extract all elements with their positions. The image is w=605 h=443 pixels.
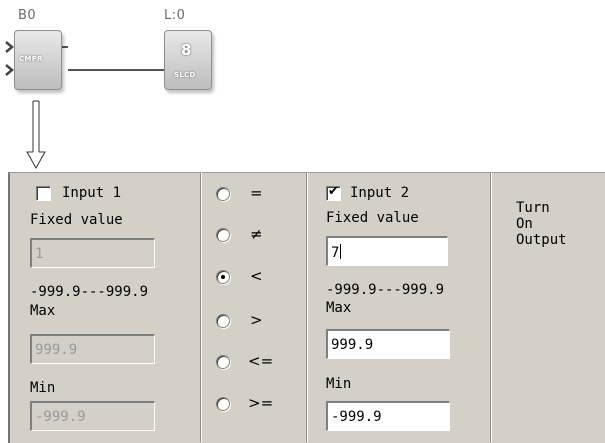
input2-min-field[interactable]: -999.9 — [326, 401, 450, 431]
input1-range-text: -999.9---999.9 — [30, 284, 149, 300]
output-line-on: On — [516, 216, 533, 232]
input1-max-label: Max — [30, 303, 56, 319]
text-caret — [340, 244, 342, 259]
input2-max-label: Max — [326, 300, 352, 316]
input2-min-label: Min — [326, 376, 352, 392]
operator-radio-greater[interactable] — [216, 314, 230, 328]
block-label-b0: B0 — [18, 8, 37, 23]
input1-fixed-value-label: Fixed value — [30, 212, 123, 228]
input1-min-field[interactable]: -999.9 — [30, 401, 155, 431]
input2-max-field[interactable]: 999.9 — [326, 329, 450, 359]
operator-radio-greater-equal[interactable] — [216, 397, 230, 411]
input1-value-field[interactable]: 1 — [30, 238, 155, 268]
input2-value-text: 7 — [331, 245, 340, 261]
input2-label: Input 2 — [350, 185, 410, 201]
operator-not-equal-label: ≠ — [250, 225, 263, 243]
output-line-output: Output — [516, 232, 567, 248]
operator-less-label: < — [250, 267, 263, 285]
separator-1 — [200, 172, 202, 442]
input2-value-field[interactable]: 7 — [326, 236, 448, 266]
input2-checkbox[interactable]: ✔ — [326, 184, 341, 201]
connection-line — [61, 46, 164, 71]
block-label-l0: L:0 — [164, 8, 186, 23]
operator-radio-less[interactable] — [216, 270, 230, 284]
cmpr-block-text: CMPR — [19, 55, 43, 63]
operator-less-equal-label: <= — [248, 352, 274, 370]
input1-checkbox[interactable] — [36, 186, 51, 201]
input2-fixed-value-label: Fixed value — [326, 210, 419, 226]
cmpr-block[interactable]: CMPR — [14, 30, 62, 90]
input1-max-field[interactable]: 999.9 — [30, 334, 155, 364]
slcd-block[interactable]: 8 SLCD — [164, 30, 212, 90]
operator-greater-label: > — [250, 311, 263, 329]
operator-equal-label: = — [250, 184, 263, 202]
operator-greater-equal-label: >= — [248, 394, 274, 412]
operator-radio-not-equal[interactable] — [216, 228, 230, 242]
input1-label: Input 1 — [62, 185, 122, 201]
input1-min-label: Min — [30, 380, 56, 396]
operator-radio-equal[interactable] — [216, 187, 230, 201]
separator-3 — [490, 172, 492, 442]
down-arrow-icon — [26, 100, 46, 170]
separator-2 — [306, 172, 308, 442]
checkmark-icon: ✔ — [328, 184, 339, 199]
operator-radio-less-equal[interactable] — [216, 355, 230, 369]
slcd-digit: 8 — [181, 41, 192, 59]
input2-range-text: -999.9---999.9 — [326, 282, 445, 298]
slcd-block-text: SLCD — [174, 71, 196, 79]
output-line-turn: Turn — [516, 200, 550, 216]
